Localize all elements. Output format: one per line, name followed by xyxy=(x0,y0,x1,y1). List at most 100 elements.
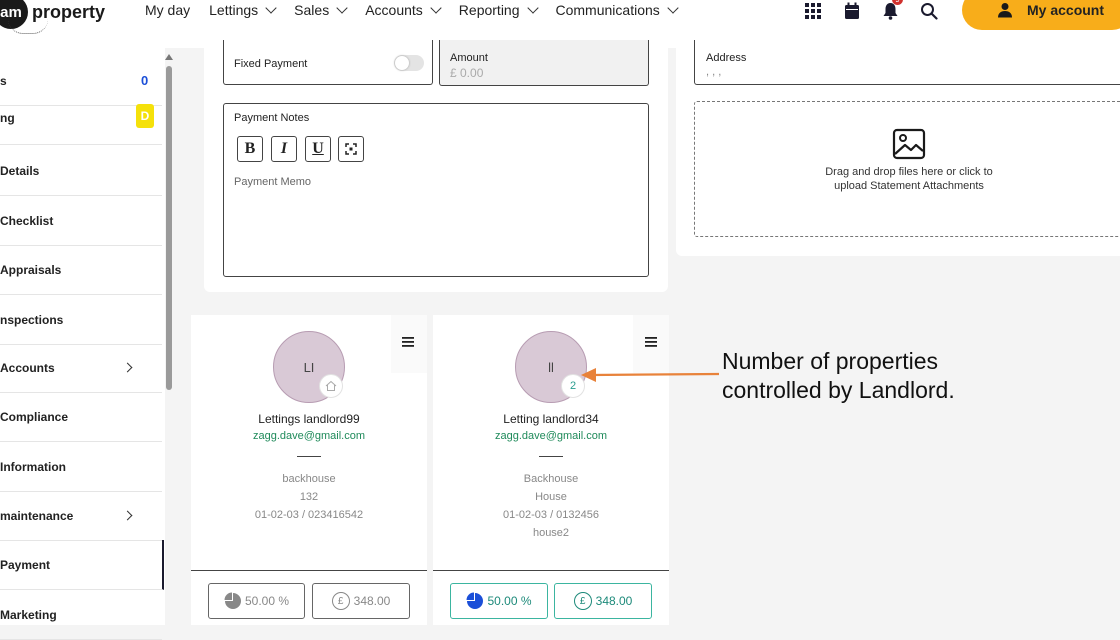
address-field[interactable]: Address , , , xyxy=(694,40,1120,85)
address-label: Address xyxy=(706,52,747,64)
annotation-arrow xyxy=(581,368,720,382)
percent-value: 50.00 % xyxy=(244,594,290,608)
amount-button[interactable]: £ 348.00 xyxy=(312,583,410,619)
payment-notes-editor: Payment Notes B I U Payment Memo xyxy=(223,103,649,277)
sidebar-item-ng[interactable]: ng D xyxy=(0,92,162,145)
landlord-detail-line: 01-02-03 / 023416542 xyxy=(254,509,364,521)
annotation-line1: Number of properties xyxy=(722,348,939,374)
nav-communications[interactable]: Communications xyxy=(555,2,679,18)
hamburger-menu-icon[interactable] xyxy=(645,337,657,347)
sidebar-item-label: Payment xyxy=(0,557,51,572)
sidebar-item-label: Information xyxy=(0,459,66,474)
landlord-name[interactable]: Lettings landlord99 xyxy=(191,412,427,426)
address-value: , , , xyxy=(706,66,722,78)
fullscreen-button[interactable] xyxy=(338,136,364,162)
fixed-payment-toggle[interactable] xyxy=(394,55,424,71)
landlord-email[interactable]: zagg.dave@gmail.com xyxy=(433,430,669,442)
chevron-down-icon xyxy=(526,2,539,14)
annotation-line2: controlled by Landlord. xyxy=(722,377,955,403)
sidebar-item-count: 0 xyxy=(141,73,149,88)
image-upload-icon xyxy=(892,128,926,160)
sidebar-scrollbar[interactable] xyxy=(166,66,172,390)
statement-attachments-dropzone[interactable]: Drag and drop files here or click to upl… xyxy=(694,101,1120,237)
amount-value: 348.00 xyxy=(353,594,391,608)
nav-label: Sales xyxy=(294,2,330,18)
payment-card: Fixed Payment Amount £ 0.00 Payment Note… xyxy=(204,40,668,292)
nav-sales[interactable]: Sales xyxy=(294,2,348,18)
landlord-email[interactable]: zagg.dave@gmail.com xyxy=(191,430,427,442)
dropzone-text-line1: Drag and drop files here or click to xyxy=(825,166,993,178)
sidebar-item-label: ng xyxy=(0,111,15,125)
landlord-detail-line: House xyxy=(535,491,567,503)
toggle-knob xyxy=(395,56,409,70)
nav-label: Accounts xyxy=(365,2,423,18)
fixed-payment-label: Fixed Payment xyxy=(234,58,308,70)
notifications-button[interactable]: 9 xyxy=(880,0,903,22)
dropzone-text: Drag and drop files here or click to upl… xyxy=(695,165,1120,193)
main-nav: My day Lettings Sales Accounts Reporting… xyxy=(145,2,696,18)
apps-grid-icon[interactable] xyxy=(804,2,822,20)
landlord-card[interactable]: LI Lettings landlord99 zagg.dave@gmail.c… xyxy=(191,315,427,625)
nav-reporting[interactable]: Reporting xyxy=(459,2,539,18)
hamburger-menu-icon[interactable] xyxy=(402,337,414,347)
chevron-right-icon xyxy=(122,362,133,373)
fixed-payment-field: Fixed Payment xyxy=(223,40,433,85)
italic-button[interactable]: I xyxy=(271,136,297,162)
payment-memo-input[interactable]: Payment Memo xyxy=(234,176,311,188)
amount-value: 348.00 xyxy=(595,594,633,608)
pie-chart-icon xyxy=(466,592,484,609)
divider xyxy=(297,456,321,457)
nav-my-day[interactable]: My day xyxy=(145,2,190,18)
logo-dots-decoration xyxy=(8,19,48,34)
ownership-percent-button[interactable]: 50.00 % xyxy=(450,583,548,619)
sidebar-item-details[interactable]: Details xyxy=(0,146,162,196)
sidebar-item-marketing[interactable]: Marketing xyxy=(0,590,162,640)
sidebar-item-label: nspections xyxy=(0,312,64,327)
pound-icon: £ xyxy=(573,592,592,610)
underline-button[interactable]: U xyxy=(305,136,331,162)
sidebar-item-maintenance[interactable]: maintenance xyxy=(0,491,162,541)
chevron-down-icon xyxy=(336,2,348,14)
sidebar-item-payment[interactable]: Payment xyxy=(0,540,164,590)
landlord-detail-line: 132 xyxy=(299,491,319,503)
sidebar-item-appraisals[interactable]: Appraisals xyxy=(0,245,162,295)
landlord-name[interactable]: Letting landlord34 xyxy=(433,412,669,426)
nav-lettings[interactable]: Lettings xyxy=(209,2,277,18)
divider xyxy=(191,570,427,571)
property-badge xyxy=(319,374,343,398)
divider xyxy=(433,570,669,571)
sidebar-item-information[interactable]: Information xyxy=(0,442,162,492)
chevron-right-icon xyxy=(122,510,133,521)
annotation-text: Number of properties controlled by Landl… xyxy=(722,347,955,405)
amount-field[interactable]: Amount £ 0.00 xyxy=(439,40,649,86)
sidebar-item-checklist[interactable]: Checklist xyxy=(0,196,162,246)
percent-value: 50.00 % xyxy=(487,594,532,608)
sidebar-item-compliance[interactable]: Compliance xyxy=(0,392,162,442)
sidebar-item-label: Appraisals xyxy=(0,262,62,277)
sidebar-item-label: s xyxy=(0,73,7,88)
brand-logo[interactable]: am property xyxy=(0,0,105,34)
scroll-up-arrow[interactable] xyxy=(165,54,173,60)
sidebar-item-inspections[interactable]: nspections xyxy=(0,295,162,345)
expand-icon xyxy=(345,143,357,155)
amount-input-placeholder: £ 0.00 xyxy=(450,66,484,80)
landlord-card[interactable]: ll 2 Letting landlord34 zagg.dave@gmail.… xyxy=(433,315,669,625)
sidebar-item-label: Accounts xyxy=(0,360,55,375)
calendar-icon[interactable] xyxy=(843,2,861,20)
nav-accounts[interactable]: Accounts xyxy=(365,2,442,18)
nav-label: Lettings xyxy=(209,2,259,18)
bold-button[interactable]: B xyxy=(237,136,263,162)
dropzone-text-line2: upload Statement Attachments xyxy=(834,180,984,192)
nav-label: My day xyxy=(145,2,191,18)
landlord-detail-line: backhouse xyxy=(282,473,336,485)
sidebar-item-label: Compliance xyxy=(0,409,69,424)
landlord-detail-line: Backhouse xyxy=(523,473,579,485)
user-icon xyxy=(998,3,1012,18)
amount-button[interactable]: £ 348.00 xyxy=(554,583,652,619)
search-icon[interactable] xyxy=(920,2,938,20)
record-sidebar: s 0 ng D Details Checklist Appraisals ns… xyxy=(0,48,165,640)
nav-label: Communications xyxy=(555,2,660,18)
sidebar-item-accounts[interactable]: Accounts xyxy=(0,343,162,393)
ownership-percent-button[interactable]: 50.00 % xyxy=(208,583,305,619)
my-account-button[interactable]: My account xyxy=(962,0,1120,30)
